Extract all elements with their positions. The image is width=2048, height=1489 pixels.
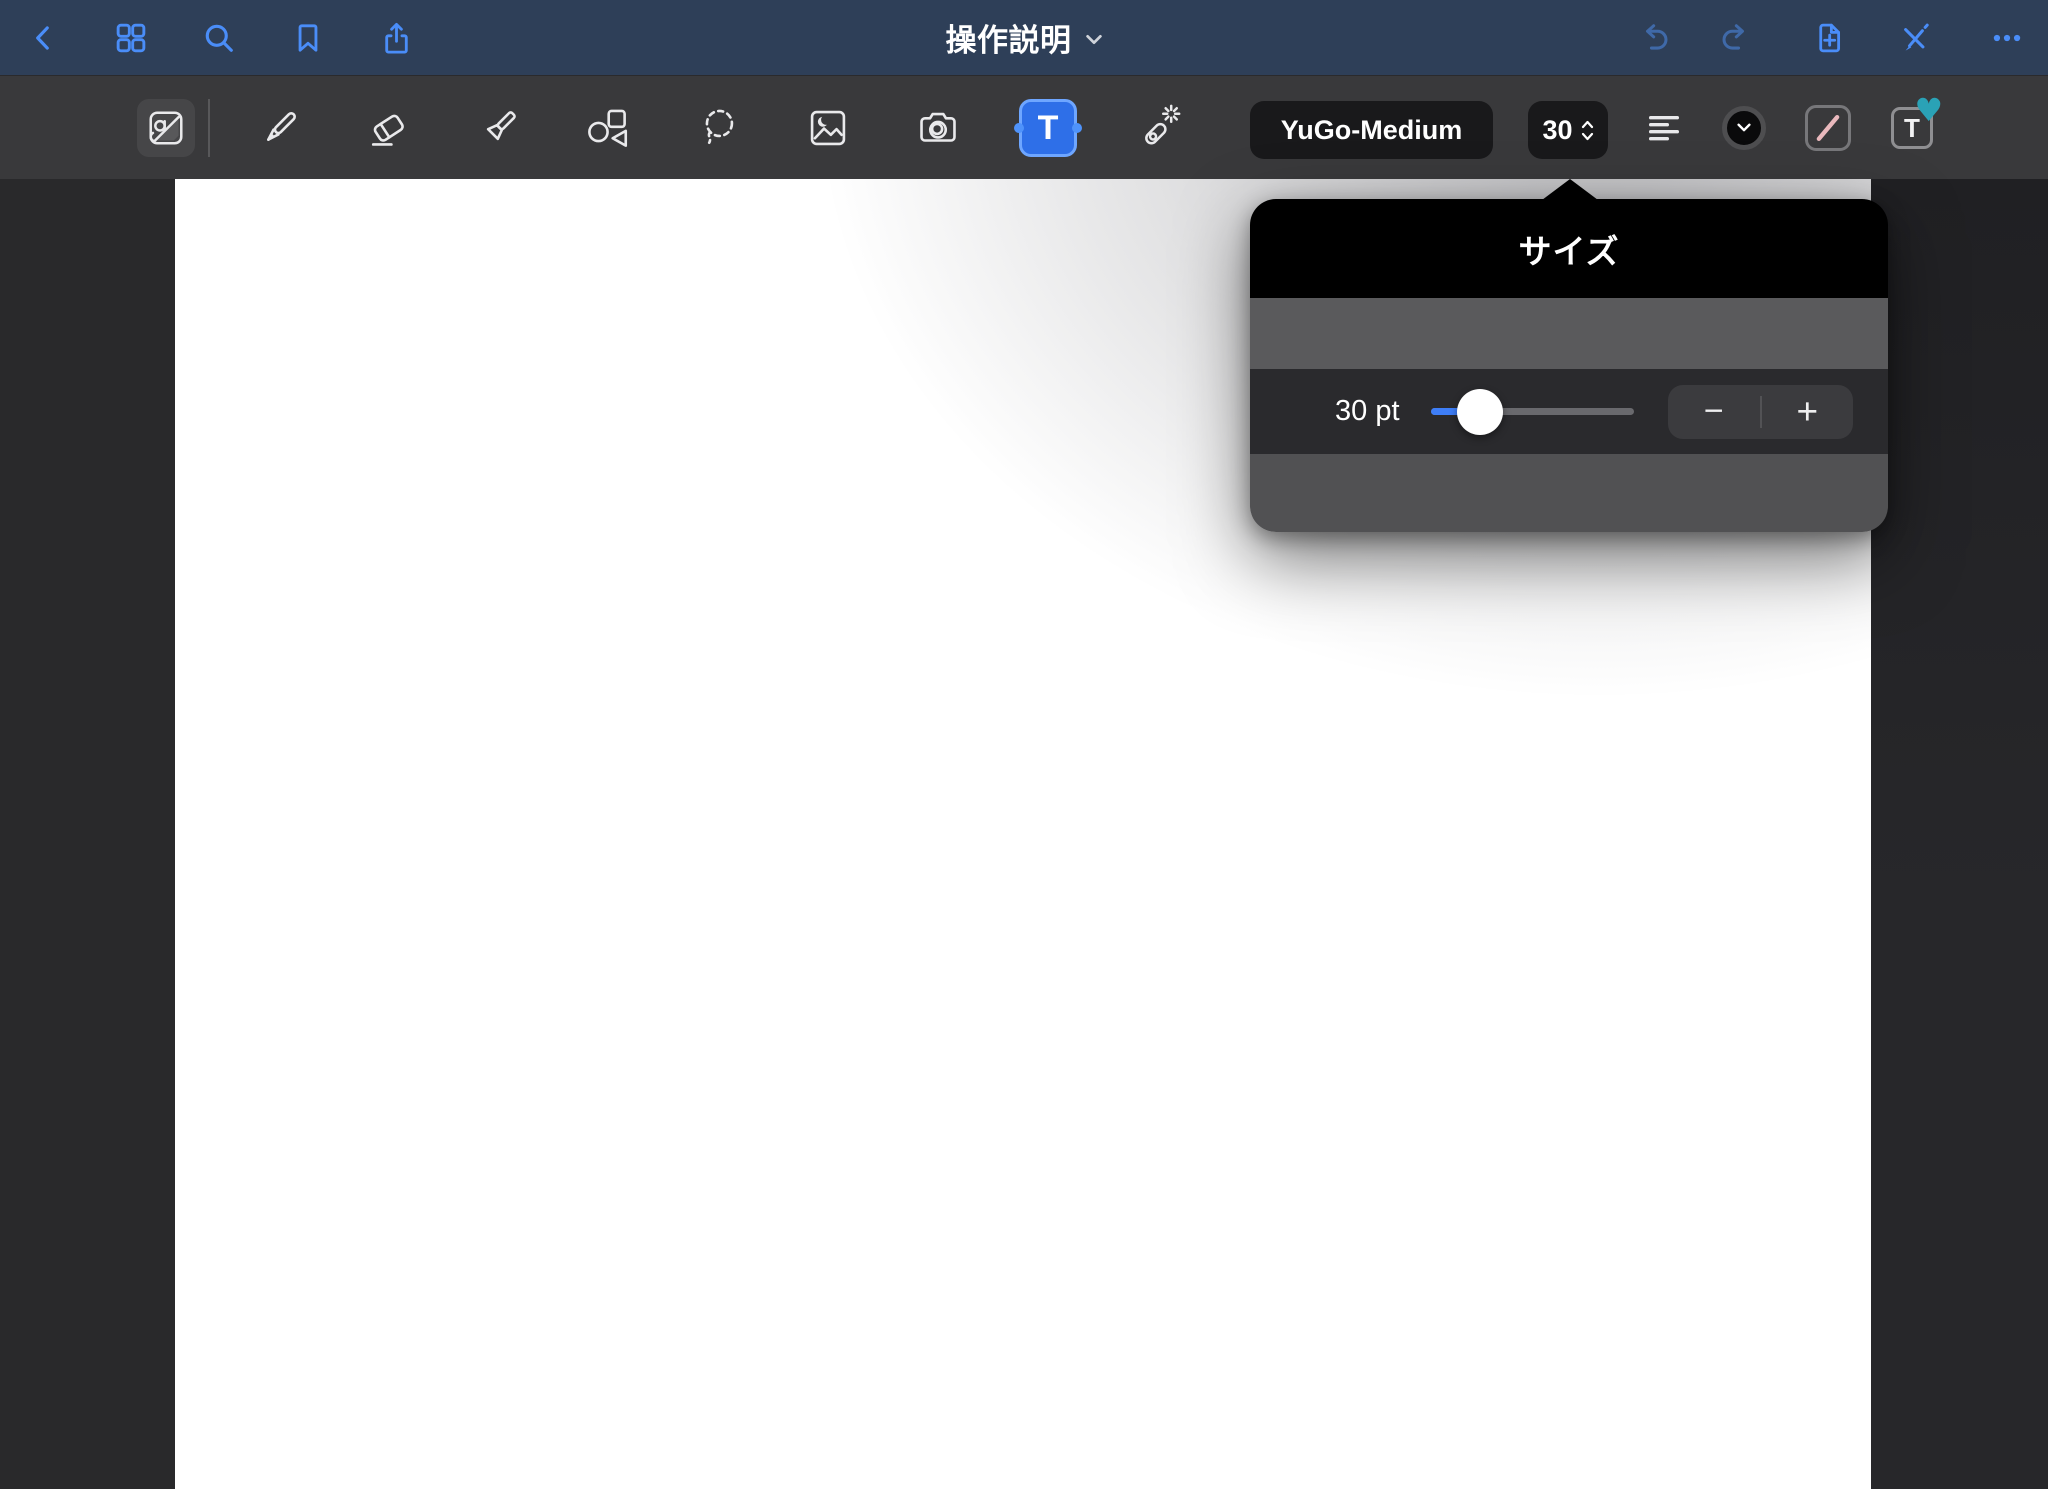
favorite-text-style-button[interactable]: T ♥ xyxy=(1891,94,1943,149)
document-title[interactable]: 操作説明 xyxy=(940,0,1109,75)
slider-thumb[interactable] xyxy=(1456,388,1503,435)
size-slider-row: 30 pt − + xyxy=(1250,369,1888,454)
text-color-button[interactable] xyxy=(1722,106,1766,150)
grid-icon xyxy=(116,23,146,53)
laser-pointer-tool-button[interactable] xyxy=(1131,102,1183,154)
page-overview-button[interactable] xyxy=(108,15,154,61)
edit-mode-toggle-button[interactable] xyxy=(1891,15,1937,61)
redo-button[interactable] xyxy=(1715,15,1761,61)
lasso-icon xyxy=(705,109,734,145)
page-panel-button[interactable] xyxy=(137,99,195,157)
add-page-button[interactable] xyxy=(1805,15,1851,61)
search-button[interactable] xyxy=(196,15,242,61)
share-button[interactable] xyxy=(373,15,419,61)
increase-size-button[interactable]: + xyxy=(1762,385,1854,439)
font-size-button[interactable]: 30 xyxy=(1528,101,1608,159)
shapes-icon xyxy=(588,109,628,147)
align-left-icon xyxy=(1649,116,1679,141)
popover-row-top xyxy=(1250,298,1888,369)
toolbar-divider xyxy=(208,99,210,157)
eraser-icon xyxy=(371,114,404,146)
chevron-down-icon xyxy=(1086,34,1102,45)
laser-pointer-icon xyxy=(1145,104,1181,145)
popover-row-bottom xyxy=(1250,454,1888,532)
pen-icon xyxy=(267,112,296,141)
diagonal-stroke-icon xyxy=(1816,114,1840,142)
canvas-right-margin xyxy=(1871,179,2048,1489)
popover-title: サイズ xyxy=(1518,232,1620,270)
undo-button[interactable] xyxy=(1629,15,1675,61)
add-page-icon xyxy=(1819,23,1841,53)
more-options-button[interactable] xyxy=(1984,15,2030,61)
size-value-label: 30 pt xyxy=(1335,395,1400,427)
size-slider[interactable] xyxy=(1431,369,1634,454)
document-title-label: 操作説明 xyxy=(945,23,1072,58)
text-tool-button[interactable]: T xyxy=(1014,99,1082,157)
tool-bar: T YuGo-Medium 30 T ♥ xyxy=(0,75,2048,180)
ellipsis-icon xyxy=(1993,34,2021,42)
text-box-border-button[interactable] xyxy=(1805,105,1851,151)
image-tool-button[interactable] xyxy=(802,102,854,154)
selection-handle-right xyxy=(1072,123,1082,133)
color-chevron-down-icon xyxy=(1737,123,1751,132)
back-chevron-icon xyxy=(36,26,49,50)
pen-tool-button[interactable] xyxy=(254,102,306,154)
camera-icon xyxy=(920,112,956,142)
camera-tool-button[interactable] xyxy=(912,102,964,154)
size-stepper: − + xyxy=(1668,384,1854,439)
decrease-size-button[interactable]: − xyxy=(1668,385,1760,439)
font-family-label: YuGo-Medium xyxy=(1280,114,1463,145)
up-down-chevrons-icon xyxy=(1581,120,1593,140)
selection-handle-left xyxy=(1014,123,1024,133)
heart-icon: ♥ xyxy=(1914,91,1943,129)
shapes-tool-button[interactable] xyxy=(581,102,633,154)
undo-icon xyxy=(1646,24,1668,50)
page-panel-icon xyxy=(149,111,183,145)
canvas-left-margin xyxy=(0,179,175,1489)
bookmark-button[interactable] xyxy=(285,15,331,61)
popover-arrow xyxy=(1542,179,1598,200)
top-navigation-bar: 操作説明 xyxy=(0,0,2048,75)
popover-header: サイズ xyxy=(1250,199,1888,298)
size-popover: サイズ 30 pt − + xyxy=(1250,179,1888,532)
search-icon xyxy=(205,24,233,52)
back-button[interactable] xyxy=(20,15,66,61)
lasso-tool-button[interactable] xyxy=(694,102,746,154)
size-popover-body: サイズ 30 pt − + xyxy=(1250,199,1888,532)
eraser-tool-button[interactable] xyxy=(362,102,414,154)
highlighter-icon xyxy=(486,111,516,141)
bookmark-icon xyxy=(298,24,318,52)
redo-icon xyxy=(1722,24,1744,50)
app-window: 操作説明 T YuGo-Medium 30 T ♥ サイズ 30 pt − + xyxy=(0,0,2048,1489)
highlighter-tool-button[interactable] xyxy=(473,102,525,154)
share-icon xyxy=(384,22,408,54)
crossed-pencil-icon xyxy=(1904,23,1929,51)
font-family-button[interactable]: YuGo-Medium xyxy=(1250,101,1493,159)
text-align-button[interactable] xyxy=(1640,104,1688,152)
image-icon xyxy=(810,110,846,146)
text-tool-letter: T xyxy=(1037,109,1059,147)
font-size-value: 30 xyxy=(1542,114,1573,145)
